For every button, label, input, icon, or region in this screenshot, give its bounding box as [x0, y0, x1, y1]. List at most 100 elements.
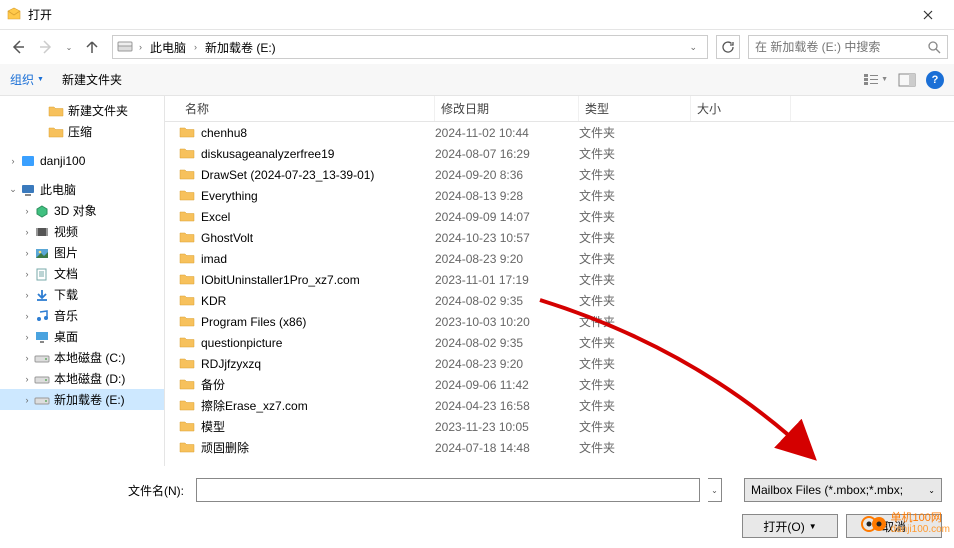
watermark: 单机100网 danji100.com [861, 513, 950, 535]
tree-item[interactable]: › 本地磁盘 (C:) [0, 347, 164, 368]
file-type: 文件夹 [579, 292, 691, 309]
file-row[interactable]: GhostVolt2024-10-23 10:57文件夹 [165, 227, 954, 248]
file-name: diskusageanalyzerfree19 [201, 147, 334, 161]
pictures-icon [34, 245, 50, 261]
file-row[interactable]: Everything2024-08-13 9:28文件夹 [165, 185, 954, 206]
file-date: 2023-11-23 10:05 [435, 420, 579, 434]
column-name[interactable]: 名称 [179, 96, 435, 121]
expand-icon[interactable]: › [20, 332, 34, 342]
expand-icon[interactable]: › [20, 248, 34, 258]
tree-item[interactable]: › 视频 [0, 221, 164, 242]
file-name: 擦除Erase_xz7.com [201, 397, 308, 414]
folder-icon [179, 335, 195, 351]
tree-item[interactable]: ›图片 [0, 242, 164, 263]
file-row[interactable]: 顽固删除2024-07-18 14:48文件夹 [165, 437, 954, 458]
filename-dropdown[interactable]: ⌄ [708, 478, 722, 502]
breadcrumb-current[interactable]: 新加载卷 (E:) [203, 39, 278, 56]
help-button[interactable]: ? [926, 71, 944, 89]
expand-icon[interactable]: › [20, 353, 34, 363]
file-row[interactable]: 模型2023-11-23 10:05文件夹 [165, 416, 954, 437]
file-row[interactable]: Excel2024-09-09 14:07文件夹 [165, 206, 954, 227]
tree-item[interactable]: ›下载 [0, 284, 164, 305]
file-row[interactable]: DrawSet (2024-07-23_13-39-01)2024-09-20 … [165, 164, 954, 185]
tree-item[interactable]: ›桌面 [0, 326, 164, 347]
tree-item[interactable]: 新建文件夹 [0, 100, 164, 121]
tree-item-label: 本地磁盘 (D:) [54, 370, 125, 387]
tree-item[interactable]: ›3D 对象 [0, 200, 164, 221]
expand-icon[interactable]: ⌄ [6, 184, 20, 195]
view-options-button[interactable]: ▼ [863, 73, 888, 87]
search-input[interactable] [755, 40, 927, 54]
tree-item-label: 压缩 [68, 123, 92, 140]
window-title: 打开 [28, 6, 908, 23]
expand-icon[interactable]: › [6, 156, 20, 166]
file-type: 文件夹 [579, 250, 691, 267]
tree-item-label: 视频 [54, 223, 78, 240]
preview-pane-button[interactable] [898, 73, 916, 87]
tree-item[interactable]: › 本地磁盘 (D:) [0, 368, 164, 389]
up-button[interactable] [80, 35, 104, 59]
tree-item-label: 文档 [54, 265, 78, 282]
file-row[interactable]: RDJjfzyxzq2024-08-23 9:20文件夹 [165, 353, 954, 374]
breadcrumb-dropdown[interactable]: ⌄ [683, 42, 703, 53]
forward-button[interactable] [34, 35, 58, 59]
file-row[interactable]: Program Files (x86)2023-10-03 10:20文件夹 [165, 311, 954, 332]
filename-input[interactable] [196, 478, 700, 502]
tree-item-label: 新加载卷 (E:) [54, 391, 125, 408]
expand-icon[interactable]: › [20, 269, 34, 279]
file-row[interactable]: diskusageanalyzerfree192024-08-07 16:29文… [165, 143, 954, 164]
column-date[interactable]: 修改日期 [435, 96, 579, 121]
file-type: 文件夹 [579, 271, 691, 288]
file-name: Everything [201, 189, 258, 203]
open-button[interactable]: 打开(O)▼ [742, 514, 838, 538]
file-row[interactable]: 备份2024-09-06 11:42文件夹 [165, 374, 954, 395]
tree-item[interactable]: 压缩 [0, 121, 164, 142]
file-row[interactable]: imad2024-08-23 9:20文件夹 [165, 248, 954, 269]
breadcrumb[interactable]: › 此电脑 › 新加载卷 (E:) ⌄ [112, 35, 708, 59]
breadcrumb-root[interactable]: 此电脑 [148, 39, 188, 56]
expand-icon[interactable]: › [20, 395, 34, 405]
tree-item[interactable]: ›danji100 [0, 150, 164, 171]
tree-item[interactable]: › 文档 [0, 263, 164, 284]
desktop-icon [34, 329, 50, 345]
music-icon [34, 308, 50, 324]
column-headers: 名称 修改日期 类型 大小 [165, 96, 954, 122]
expand-icon[interactable]: › [20, 206, 34, 216]
expand-icon[interactable]: › [20, 311, 34, 321]
search-box[interactable] [748, 35, 948, 59]
box-icon [20, 153, 36, 169]
file-row[interactable]: chenhu82024-11-02 10:44文件夹 [165, 122, 954, 143]
column-size[interactable]: 大小 [691, 96, 791, 121]
tree-item[interactable]: ⌄此电脑 [0, 179, 164, 200]
refresh-button[interactable] [716, 35, 740, 59]
back-button[interactable] [6, 35, 30, 59]
close-button[interactable] [908, 1, 948, 29]
file-name: 模型 [201, 418, 225, 435]
expand-icon[interactable]: › [20, 374, 34, 384]
file-rows[interactable]: chenhu82024-11-02 10:44文件夹diskusageanaly… [165, 122, 954, 466]
column-type[interactable]: 类型 [579, 96, 691, 121]
tree-item[interactable]: › 新加载卷 (E:) [0, 389, 164, 410]
organize-menu[interactable]: 组织▼ [10, 71, 44, 88]
file-row[interactable]: 擦除Erase_xz7.com2024-04-23 16:58文件夹 [165, 395, 954, 416]
chevron-down-icon: ⌄ [928, 486, 935, 495]
file-name: GhostVolt [201, 231, 253, 245]
recent-dropdown[interactable]: ⌄ [62, 35, 76, 59]
tree-item-label: 本地磁盘 (C:) [54, 349, 125, 366]
folder-tree[interactable]: 新建文件夹压缩›danji100⌄此电脑›3D 对象›视频›图片›文档›下载›音… [0, 96, 165, 466]
folder-icon [179, 356, 195, 372]
file-type: 文件夹 [579, 145, 691, 162]
new-folder-button[interactable]: 新建文件夹 [62, 71, 122, 88]
file-row[interactable]: questionpicture2024-08-02 9:35文件夹 [165, 332, 954, 353]
folder-icon [179, 398, 195, 414]
expand-icon[interactable]: › [20, 290, 34, 300]
folder-icon [48, 103, 64, 119]
3d-icon [34, 203, 50, 219]
filetype-filter[interactable]: Mailbox Files (*.mbox;*.mbx; ⌄ [744, 478, 942, 502]
tree-item[interactable]: ›音乐 [0, 305, 164, 326]
expand-icon[interactable]: › [20, 227, 34, 237]
file-type: 文件夹 [579, 229, 691, 246]
file-row[interactable]: KDR2024-08-02 9:35文件夹 [165, 290, 954, 311]
folder-icon [179, 377, 195, 393]
file-row[interactable]: IObitUninstaller1Pro_xz7.com2023-11-01 1… [165, 269, 954, 290]
